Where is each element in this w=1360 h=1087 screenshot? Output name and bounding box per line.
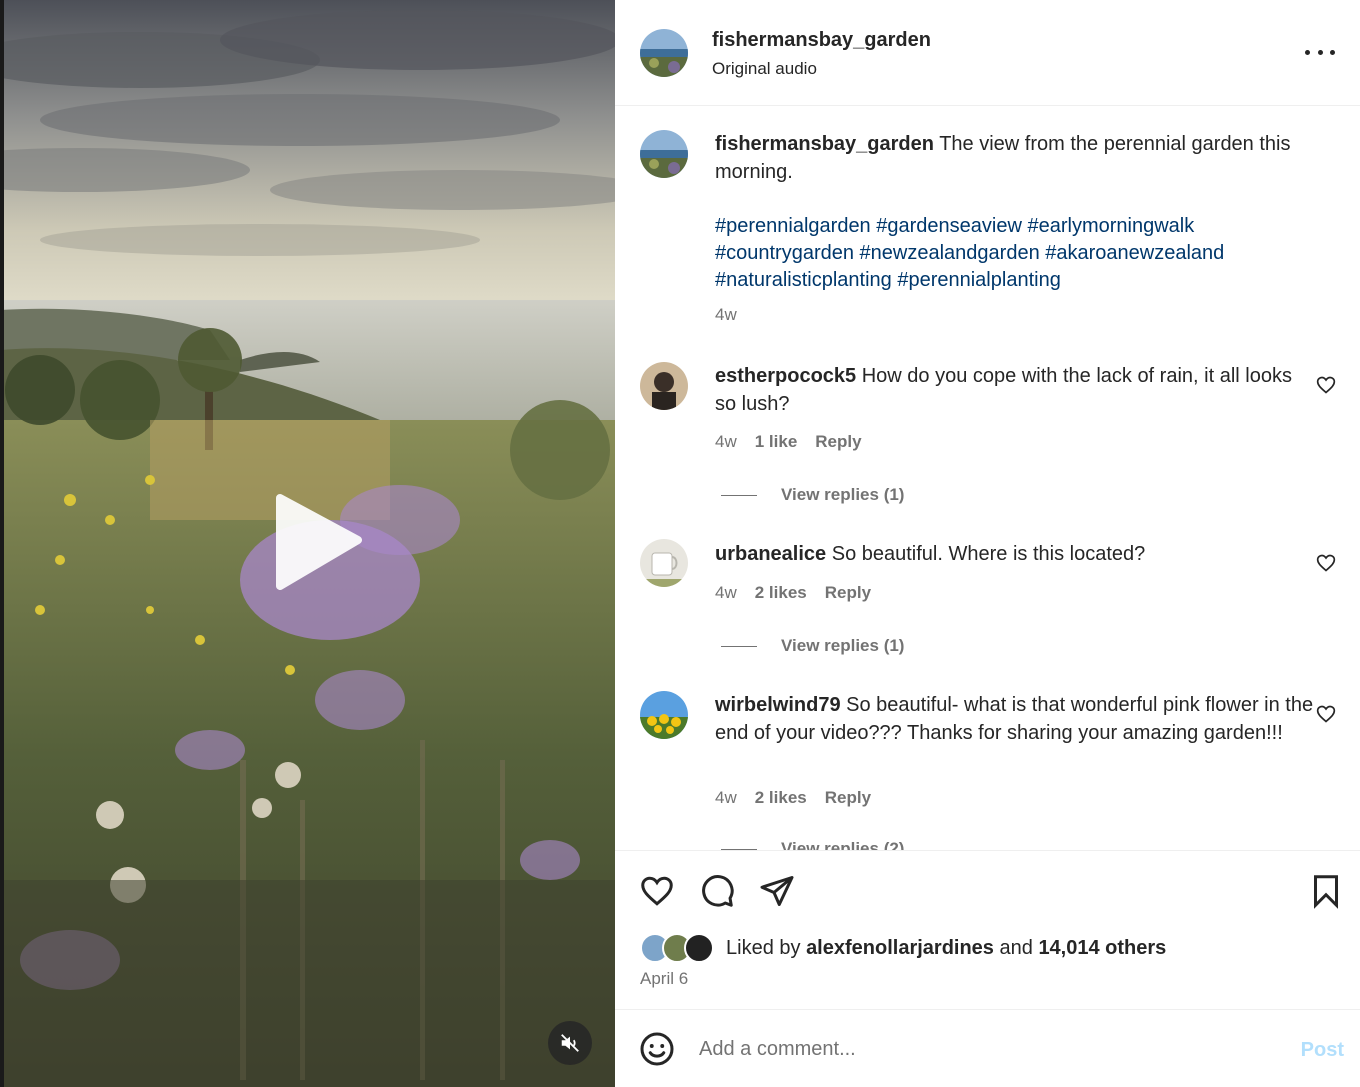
hashtag-link[interactable]: #akaroanewzealand [1045, 242, 1224, 264]
heart-icon[interactable] [639, 873, 675, 909]
caption-author-username[interactable]: fishermansbay_garden [715, 133, 934, 155]
comment-text: estherpocock5 How do you cope with the l… [715, 362, 1315, 418]
view-replies-label: View replies (2) [781, 839, 905, 850]
hashtag-link[interactable]: #newzealandgarden [860, 242, 1040, 264]
post-actions: Liked by alexfenollarjardines and 14,014… [615, 850, 1360, 1010]
audio-label[interactable]: Original audio [712, 59, 817, 79]
comment-like-count[interactable]: 2 likes [755, 583, 807, 603]
comments-list[interactable]: fishermansbay_garden The view from the p… [615, 107, 1360, 850]
comment-timestamp[interactable]: 4w [715, 583, 737, 603]
author-avatar-image [640, 29, 688, 77]
commenter-username[interactable]: estherpocock5 [715, 365, 856, 387]
post-details-panel: fishermansbay_garden Original audio fish… [615, 0, 1360, 1087]
commenter-avatar-image [640, 691, 688, 739]
reply-button[interactable]: Reply [815, 432, 861, 452]
post-comment-button[interactable]: Post [1301, 1039, 1344, 1062]
divider [721, 494, 757, 496]
paper-plane-icon[interactable] [759, 873, 795, 909]
comment-text: urbanealice So beautiful. Where is this … [715, 540, 1315, 568]
commenter-avatar[interactable] [640, 362, 688, 410]
comment-timestamp[interactable]: 4w [715, 432, 737, 452]
divider [721, 645, 757, 647]
like-comment-heart-icon[interactable] [1316, 375, 1336, 395]
comment-body: So beautiful. Where is this located? [831, 543, 1146, 565]
caption-text: fishermansbay_garden The view from the p… [715, 130, 1315, 186]
mute-toggle-button[interactable] [548, 1021, 592, 1065]
hashtag-link[interactable]: #perennialplanting [897, 269, 1060, 291]
comment-meta: 4w 2 likes Reply [715, 583, 871, 603]
like-comment-heart-icon[interactable] [1316, 704, 1336, 724]
hashtag-link[interactable]: #perennialgarden [715, 215, 871, 237]
comment-timestamp[interactable]: 4w [715, 788, 737, 808]
likes-others-count[interactable]: 14,014 others [1038, 937, 1166, 960]
commenter-avatar[interactable] [640, 539, 688, 587]
instagram-post-view: fishermansbay_garden Original audio fish… [0, 0, 1360, 1087]
caption-meta: 4w [715, 305, 737, 325]
view-replies-button[interactable]: View replies (1) [721, 485, 904, 505]
liker-avatars [640, 933, 720, 963]
play-icon [276, 494, 362, 590]
liked-by-and: and [999, 936, 1033, 959]
commenter-username[interactable]: wirbelwind79 [715, 694, 841, 716]
likes-summary: Liked by alexfenollarjardines and 14,014… [640, 933, 1166, 963]
reply-button[interactable]: Reply [825, 788, 871, 808]
caption-timestamp[interactable]: 4w [715, 305, 737, 325]
hashtag-link[interactable]: #gardenseaview [876, 215, 1022, 237]
liker-avatar[interactable] [684, 933, 714, 963]
like-comment-heart-icon[interactable] [1316, 553, 1336, 573]
caption-hashtags: #perennialgarden #gardenseaview #earlymo… [715, 213, 1315, 294]
view-replies-button[interactable]: View replies (1) [721, 636, 904, 656]
author-username[interactable]: fishermansbay_garden [712, 29, 931, 52]
view-replies-label: View replies (1) [781, 485, 905, 504]
author-avatar[interactable] [640, 29, 688, 77]
reply-button[interactable]: Reply [825, 583, 871, 603]
muted-speaker-icon [561, 1034, 579, 1052]
liked-by-prefix: Liked by [726, 936, 801, 959]
view-replies-button[interactable]: View replies (2) [721, 839, 904, 850]
caption-author-avatar[interactable] [640, 130, 688, 178]
post-header: fishermansbay_garden Original audio [615, 0, 1360, 106]
more-dots-icon [1305, 49, 1310, 55]
post-date[interactable]: April 6 [640, 969, 688, 989]
hashtag-link[interactable]: #countrygarden [715, 242, 854, 264]
commenter-avatar-image [640, 539, 688, 587]
commenter-avatar-image [640, 362, 688, 410]
comment-text: wirbelwind79 So beautiful- what is that … [715, 691, 1315, 747]
comment-meta: 4w 1 like Reply [715, 432, 862, 452]
hashtag-link[interactable]: #earlymorningwalk [1027, 215, 1194, 237]
view-replies-label: View replies (1) [781, 636, 905, 655]
video-player[interactable] [0, 0, 615, 1087]
comment-input[interactable] [699, 1031, 1259, 1067]
comment-like-count[interactable]: 1 like [755, 432, 798, 452]
commenter-avatar[interactable] [640, 691, 688, 739]
comment-bubble-icon[interactable] [699, 873, 735, 909]
add-comment-bar: Post [615, 1011, 1360, 1087]
bookmark-icon[interactable] [1308, 873, 1344, 909]
comment-like-count[interactable]: 2 likes [755, 788, 807, 808]
hashtag-link[interactable]: #naturalisticplanting [715, 269, 892, 291]
play-button[interactable] [262, 488, 366, 592]
liker-username[interactable]: alexfenollarjardines [806, 937, 994, 960]
author-avatar-image [640, 130, 688, 178]
more-options-button[interactable] [1305, 40, 1335, 64]
commenter-username[interactable]: urbanealice [715, 543, 826, 565]
smiley-icon[interactable] [639, 1031, 675, 1067]
comment-meta: 4w 2 likes Reply [715, 788, 871, 808]
